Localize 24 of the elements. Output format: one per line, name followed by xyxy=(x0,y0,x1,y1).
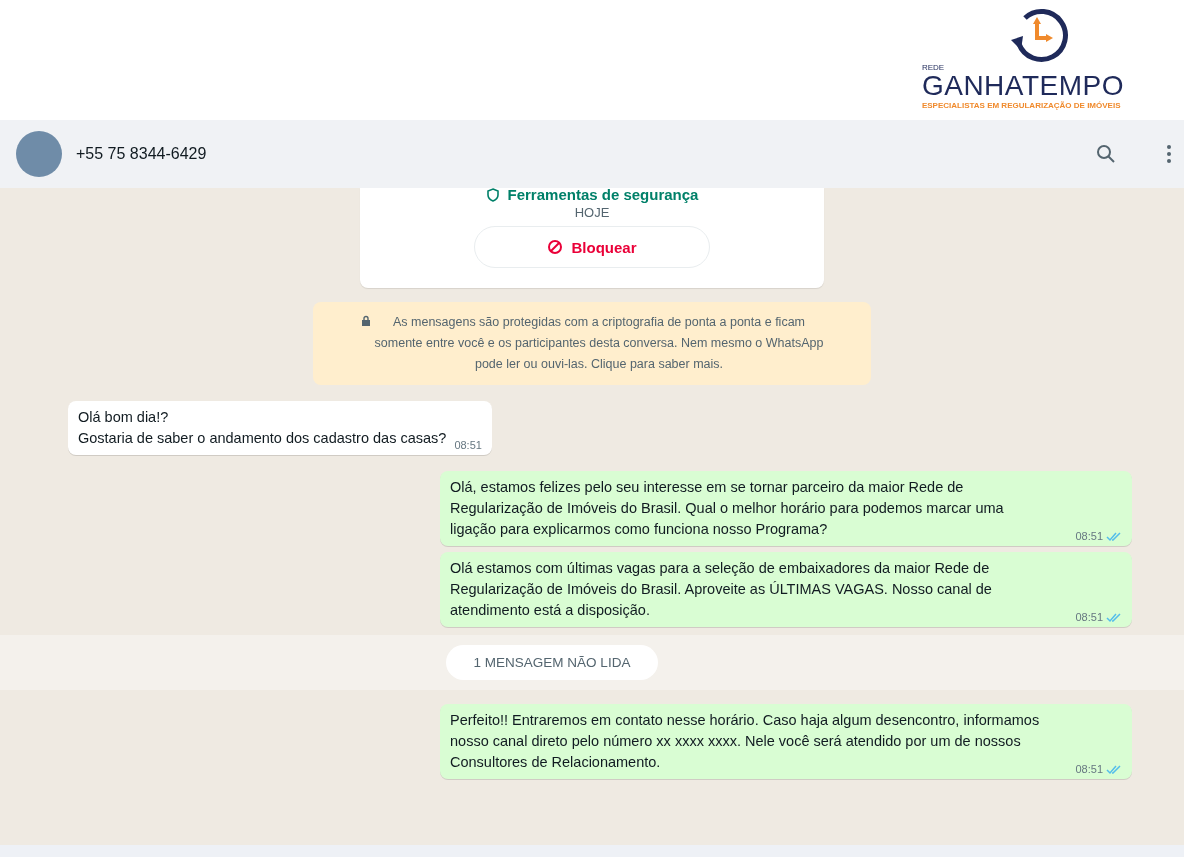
date-label: HOJE xyxy=(574,205,610,220)
block-button[interactable]: Bloquear xyxy=(474,226,710,268)
menu-icon[interactable] xyxy=(1166,144,1172,164)
message-time: 08:51 xyxy=(1075,530,1103,542)
encryption-notice[interactable]: As mensagens são protegidas com a criptografia de ponta a ponta e ficam somente entre você e os participantes desta conversa. Nem mesmo o WhatsApp pode ler ou ouvi-las. Clique para saber mais. xyxy=(313,302,871,385)
message-text: Perfeito!! Entraremos em contato nesse horário. Caso haja algum desencontro, informamos nosso canal direto pelo número xx xxxx xxxx. Nele você será atendido por um de nossos Consultores de Relacionamento. xyxy=(450,711,1040,772)
message-time: 08:51 xyxy=(1075,763,1103,775)
security-tools-link[interactable]: Ferramentas de segurança xyxy=(485,186,699,203)
message-time: 08:51 xyxy=(1075,611,1103,623)
block-icon xyxy=(547,239,564,255)
contact-name[interactable]: +55 75 8344-6429 xyxy=(76,145,207,163)
search-icon[interactable] xyxy=(1096,144,1116,164)
message-text: Olá bom dia!? Gostaria de saber o andamento dos cadastro das casas? xyxy=(78,408,447,448)
lock-icon xyxy=(360,315,371,326)
message-time: 08:51 xyxy=(454,439,482,451)
message-text: Olá estamos com últimas vagas para a seleção de embaixadores da maior Rede de Regularização de Imóveis do Brasil. Aproveite as ÚLTIMAS VAGAS. Nosso canal de atendimento está a disposição. xyxy=(450,559,992,620)
logo-tagline: ESPECIALISTAS EM REGULARIZAÇÃO DE IMÓVEIS xyxy=(921,102,1121,110)
encryption-notice-text: As mensagens são protegidas com a criptografia de ponta a ponta e ficam somente entre você e os participantes desta conversa. Nem mesmo o WhatsApp pode ler ou ouvi-las. Clique para saber mais. xyxy=(374,314,824,373)
logo-name: GANHATEMPO xyxy=(921,72,1124,100)
shield-icon xyxy=(485,187,500,202)
message-text: Olá, estamos felizes pelo seu interesse em se tornar parceiro da maior Rede de Regularização de Imóveis do Brasil. Qual o melhor horário para podemos marcar uma ligação para explicarmos como funciona nosso Programa? xyxy=(450,478,1004,539)
unread-chip: 1 MENSAGEM NÃO LIDA xyxy=(445,645,659,680)
logo-subtitle: REDE xyxy=(921,64,945,72)
avatar-photo-placeholder xyxy=(16,131,62,177)
